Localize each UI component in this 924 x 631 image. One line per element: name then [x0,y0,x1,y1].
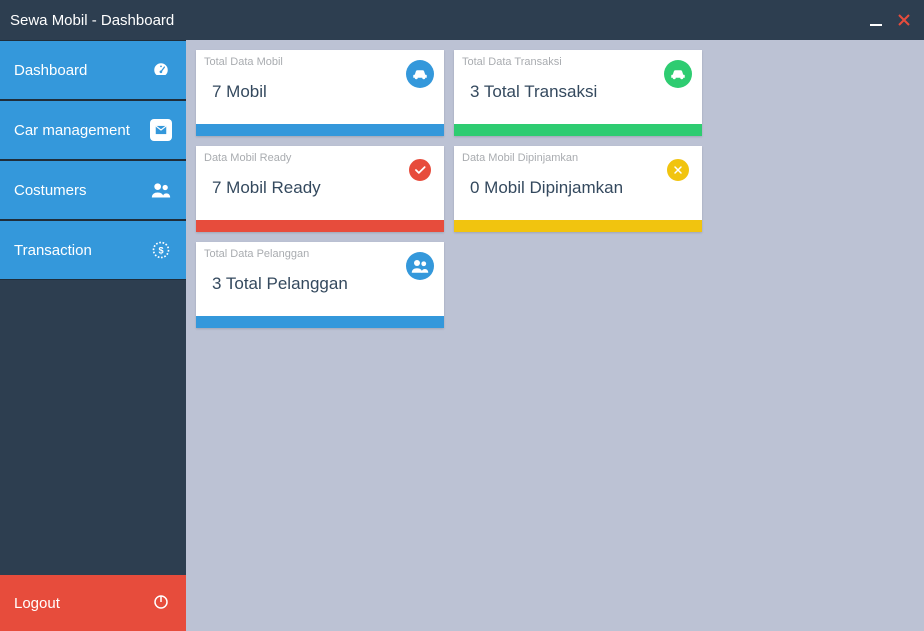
card-total-pelanggan: Total Data Pelanggan 3 Total Pelanggan [196,242,444,328]
card-value: 7 Mobil Ready [212,178,321,198]
sidebar-item-label: Costumers [14,182,150,199]
card-title: Total Data Transaksi [462,56,562,68]
window-title: Sewa Mobil - Dashboard [10,12,862,29]
sidebar-item-logout[interactable]: Logout [0,575,186,631]
card-total-transaksi: Total Data Transaksi 3 Total Transaksi [454,50,702,136]
sidebar-item-dashboard[interactable]: Dashboard [0,40,186,100]
sidebar-item-customers[interactable]: Costumers [0,160,186,220]
minimize-button[interactable] [862,6,890,34]
card-title: Data Mobil Ready [204,152,291,164]
check-circle-icon [406,156,434,184]
card-value: 3 Total Transaksi [470,82,597,102]
card-accent-bar [196,124,444,136]
sidebar-item-label: Logout [14,595,152,612]
sidebar-item-transaction[interactable]: Transaction $ [0,220,186,280]
card-title: Total Data Mobil [204,56,283,68]
gauge-icon [150,59,172,81]
users-icon [150,179,172,201]
cross-circle-icon [664,156,692,184]
sidebar-item-car-management[interactable]: Car management [0,100,186,160]
card-accent-bar [454,124,702,136]
title-bar: Sewa Mobil - Dashboard [0,0,924,40]
close-button[interactable] [890,6,918,34]
svg-text:$: $ [158,245,163,255]
sidebar-item-label: Car management [14,122,150,139]
power-icon [152,593,172,613]
sidebar-spacer [0,280,186,575]
car-icon [664,60,692,88]
sidebar: Dashboard Car management Costumers Trans… [0,40,186,631]
card-value: 7 Mobil [212,82,267,102]
card-accent-bar [454,220,702,232]
dashboard-content: Total Data Mobil 7 Mobil Total Data Tran… [186,40,924,631]
car-icon [406,60,434,88]
card-total-mobil: Total Data Mobil 7 Mobil [196,50,444,136]
minimize-icon [869,13,883,27]
card-mobil-dipinjamkan: Data Mobil Dipinjamkan 0 Mobil Dipinjamk… [454,146,702,232]
envelope-icon [150,119,172,141]
app-window: Sewa Mobil - Dashboard Dashboard Car man… [0,0,924,631]
users-icon [406,252,434,280]
card-value: 3 Total Pelanggan [212,274,348,294]
close-icon [898,14,910,26]
card-value: 0 Mobil Dipinjamkan [470,178,623,198]
app-body: Dashboard Car management Costumers Trans… [0,40,924,631]
card-title: Total Data Pelanggan [204,248,309,260]
coin-icon: $ [150,239,172,261]
card-accent-bar [196,220,444,232]
card-title: Data Mobil Dipinjamkan [462,152,578,164]
sidebar-item-label: Transaction [14,242,150,259]
card-mobil-ready: Data Mobil Ready 7 Mobil Ready [196,146,444,232]
card-accent-bar [196,316,444,328]
sidebar-item-label: Dashboard [14,62,150,79]
